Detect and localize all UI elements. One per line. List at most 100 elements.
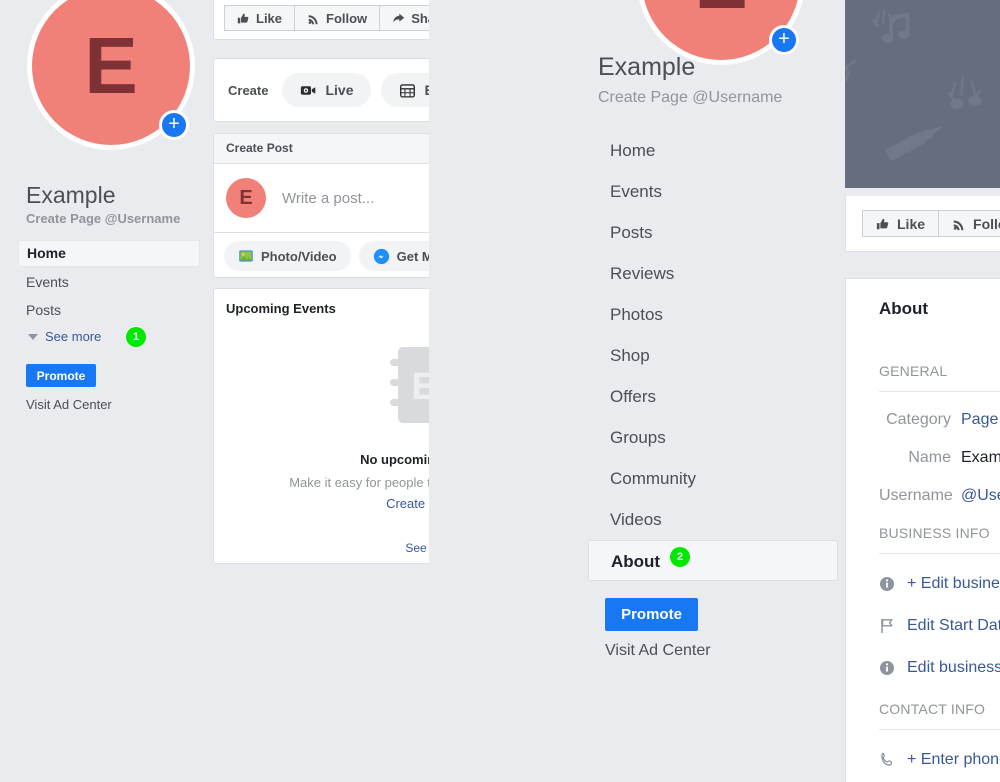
- about-card: About GENERAL Category Page Name Example U…: [845, 278, 1000, 782]
- about-key-category: Category: [886, 411, 951, 428]
- create-event-link[interactable]: Create Event: [214, 496, 429, 511]
- like-button[interactable]: Like: [224, 5, 296, 31]
- get-messages-label: Get Messages: [396, 248, 429, 264]
- sidebar-item-home[interactable]: Home: [18, 240, 200, 267]
- nav-item-about[interactable]: About: [588, 540, 838, 581]
- about-value-username[interactable]: @Username: [961, 487, 1000, 504]
- cover-pattern-icon: [845, 9, 982, 161]
- about-value-category[interactable]: Page: [961, 411, 998, 428]
- create-post-body[interactable]: E Write a post...: [214, 164, 429, 232]
- page-nav-list: Home Events Posts Reviews Photos Shop Of…: [588, 130, 838, 581]
- promote-button[interactable]: Promote: [26, 364, 96, 387]
- section-heading-general: GENERAL: [879, 363, 948, 379]
- follow-button-label: Follow: [326, 10, 368, 26]
- create-label: Create: [228, 82, 269, 98]
- nav-item-posts[interactable]: Posts: [588, 212, 838, 253]
- feed-column: Like Follow Share Create Live: [205, 0, 429, 782]
- share-button[interactable]: Share: [379, 5, 429, 31]
- promote-button-large[interactable]: Promote: [605, 598, 698, 631]
- plus-icon[interactable]: +: [159, 110, 189, 140]
- nav-item-home[interactable]: Home: [588, 130, 838, 171]
- page-avatar[interactable]: E +: [27, 0, 195, 150]
- about-row-name: Name Example: [879, 449, 1000, 467]
- edit-start-date-label: Edit Start Date: [907, 617, 1000, 634]
- plus-icon[interactable]: +: [769, 25, 799, 55]
- sidebar-item-events[interactable]: Events: [18, 270, 200, 295]
- no-events-desc: Make it easy for people to find your nex…: [289, 475, 429, 490]
- about-follow-label: Follow: [973, 215, 1000, 232]
- upcoming-events-card: Upcoming Events E No upcoming events Mak…: [213, 288, 429, 564]
- page-title: Example: [26, 182, 116, 208]
- about-like-button[interactable]: Like: [862, 210, 940, 237]
- edit-business-categories-link[interactable]: Edit business categories: [879, 659, 1000, 677]
- page-subtitle-large: Create Page @Username: [598, 89, 783, 106]
- no-events-title: No upcoming events: [360, 452, 429, 467]
- see-more-label: See more: [45, 329, 102, 344]
- nav-item-events[interactable]: Events: [588, 171, 838, 212]
- about-key-username: Username: [879, 487, 953, 504]
- visit-ad-center-link[interactable]: Visit Ad Center: [26, 397, 112, 412]
- thumbs-up-icon: [876, 218, 889, 229]
- create-live-button[interactable]: Live: [282, 73, 372, 107]
- create-event-label: Event: [424, 82, 429, 98]
- divider: [879, 729, 1000, 730]
- about-actions-card: Like Follow: [845, 196, 1000, 252]
- info-icon: [880, 661, 894, 675]
- avatar-letter: E: [694, 0, 747, 21]
- nav-item-videos[interactable]: Videos: [588, 499, 838, 540]
- edit-start-date-link[interactable]: Edit Start Date: [879, 617, 1000, 635]
- create-row: Create Live Event: [228, 73, 429, 107]
- nav-item-photos[interactable]: Photos: [588, 294, 838, 335]
- about-row-category: Category Page: [879, 411, 998, 429]
- photo-video-button[interactable]: Photo/Video: [224, 241, 351, 271]
- about-column: Like Follow About GENERAL Category Page N…: [845, 0, 1000, 782]
- left-nav-list: Home Events Posts: [18, 240, 200, 326]
- messenger-icon: [373, 248, 389, 264]
- create-post-card: Create Post E Write a post... Photo/Vide…: [213, 133, 429, 278]
- share-button-label: Share: [411, 10, 429, 26]
- about-row-username: Username @Username: [879, 487, 1000, 505]
- about-like-label: Like: [897, 215, 926, 232]
- photo-video-label: Photo/Video: [261, 248, 337, 264]
- divider: [879, 391, 1000, 392]
- see-all-events-link[interactable]: See All: [214, 541, 429, 555]
- section-heading-contact-info: CONTACT INFO: [879, 701, 986, 717]
- edit-business-details-link[interactable]: + Edit business details: [879, 575, 1000, 593]
- about-actions-row: Like Follow: [862, 210, 1000, 237]
- create-card: Create Live Event: [213, 58, 429, 122]
- follow-button[interactable]: Follow: [294, 5, 381, 31]
- calendar-empty-icon: E: [390, 347, 429, 423]
- page-title-large: Example: [598, 53, 696, 81]
- post-textarea-placeholder[interactable]: Write a post...: [282, 190, 374, 207]
- left-page-sidebar: E + Example Create Page @Username Home E…: [0, 0, 205, 782]
- upcoming-events-title: Upcoming Events: [226, 301, 336, 316]
- enter-phone-number-link[interactable]: + Enter phone number: [879, 751, 1000, 769]
- rss-icon: [308, 14, 318, 24]
- nav-item-groups[interactable]: Groups: [588, 417, 838, 458]
- calendar-icon: [400, 83, 416, 98]
- annotation-badge-1: 1: [126, 327, 146, 347]
- nav-item-reviews[interactable]: Reviews: [588, 253, 838, 294]
- nav-item-shop[interactable]: Shop: [588, 335, 838, 376]
- page-nav-column: E + Example Create Page @Username Home E…: [580, 0, 845, 782]
- about-follow-button[interactable]: Follow: [938, 210, 1000, 237]
- sidebar-item-posts[interactable]: Posts: [18, 298, 200, 323]
- visit-ad-center-link-large[interactable]: Visit Ad Center: [605, 642, 711, 660]
- cover-photo[interactable]: [845, 0, 1000, 188]
- annotation-badge-2: 2: [670, 547, 690, 567]
- edit-business-details-label: + Edit business details: [907, 575, 1000, 592]
- nav-item-community[interactable]: Community: [588, 458, 838, 499]
- share-arrow-icon: [393, 13, 405, 22]
- flag-icon: [881, 619, 893, 633]
- create-event-button[interactable]: Event: [381, 73, 429, 107]
- info-icon: [880, 577, 894, 591]
- page-actions-card: Like Follow Share: [213, 0, 429, 40]
- video-camera-icon: [301, 85, 316, 95]
- nav-item-offers[interactable]: Offers: [588, 376, 838, 417]
- see-more-button[interactable]: See more: [28, 329, 101, 344]
- chevron-down-icon: [28, 333, 38, 340]
- create-post-header: Create Post: [214, 134, 429, 164]
- avatar-letter: E: [84, 21, 138, 110]
- get-messages-button[interactable]: Get Messages: [358, 241, 429, 271]
- page-actions-row: Like Follow Share: [224, 5, 429, 31]
